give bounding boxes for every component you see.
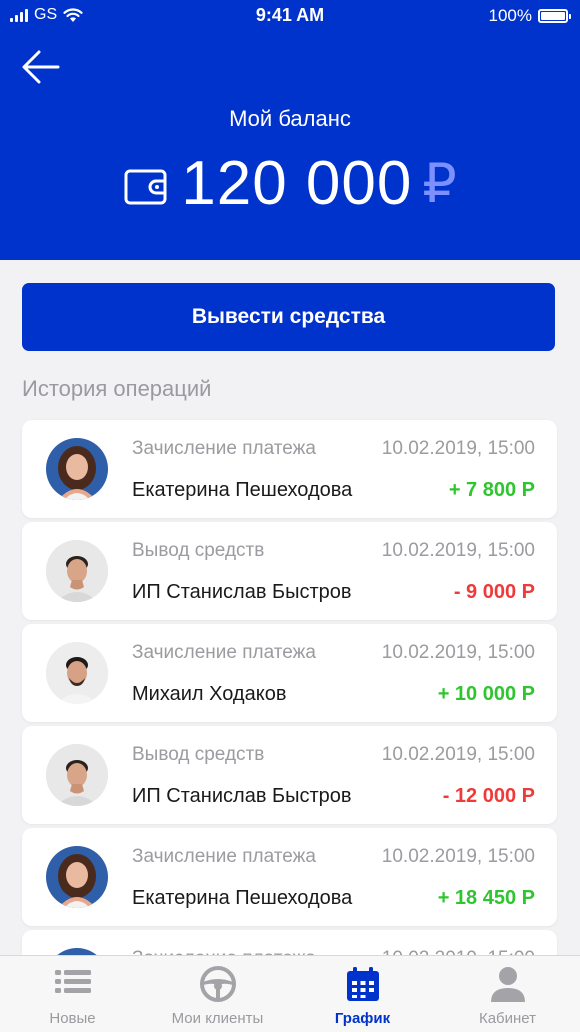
balance-row: 120 000 ₽	[0, 148, 580, 218]
woman-portrait-icon	[46, 438, 108, 500]
calendar-icon	[346, 967, 379, 1001]
battery-label: 100%	[488, 6, 532, 25]
operation-date: 10.02.2019, 15:00	[381, 438, 535, 459]
operation-amount: + 7 800 Р	[448, 479, 535, 501]
man-portrait-icon	[46, 642, 108, 704]
operation-date: 10.02.2019, 15:00	[381, 540, 535, 561]
arrow-left-icon	[22, 50, 60, 84]
tab-bar: Новые Мои клиенты График Кабинет	[0, 955, 580, 1032]
operation-type: Зачисление платежа	[132, 846, 316, 867]
operation-name: Михаил Ходаков	[132, 683, 287, 705]
avatar	[46, 642, 108, 704]
operation-amount: + 10 000 Р	[437, 683, 535, 705]
tab-new[interactable]: Новые	[0, 956, 145, 1032]
man-portrait-icon	[46, 540, 108, 602]
steering-wheel-icon	[199, 966, 236, 1002]
operation-amount: + 18 450 Р	[437, 887, 535, 909]
withdraw-button[interactable]: Вывести средства	[22, 283, 555, 351]
status-right: 100%	[488, 6, 571, 26]
operation-name: Екатерина Пешеходова	[132, 887, 353, 909]
operation-name: Екатерина Пешеходова	[132, 479, 353, 501]
tab-label: Кабинет	[478, 1010, 537, 1027]
wallet-icon	[124, 169, 167, 205]
operation-date: 10.02.2019, 15:00	[381, 744, 535, 765]
user-icon	[490, 967, 525, 1002]
operation-type: Зачисление платежа	[132, 438, 316, 459]
tab-my-clients[interactable]: Мои клиенты	[145, 956, 290, 1032]
history-title: История операций	[22, 376, 212, 401]
status-bar: GS 9:41 AM 100%	[0, 0, 580, 32]
operation-type: Вывод средств	[132, 744, 265, 765]
operation-card[interactable]: Зачисление платежа 10.02.2019, 15:00 Ека…	[22, 828, 557, 926]
balance-amount: 120 000	[181, 148, 413, 218]
currency-symbol: ₽	[422, 153, 457, 214]
battery-icon	[538, 9, 571, 23]
operation-card[interactable]: Зачисление платежа 10.02.2019, 15:00 Ека…	[22, 420, 557, 518]
operation-type: Вывод средств	[132, 540, 265, 561]
balance-title: Мой баланс	[229, 106, 351, 131]
list-icon	[54, 970, 91, 993]
tab-label: График	[334, 1010, 391, 1027]
tab-cabinet[interactable]: Кабинет	[435, 956, 580, 1032]
operation-card[interactable]: Зачисление платежа 10.02.2019, 15:00 Мих…	[22, 624, 557, 722]
tab-label: Мои клиенты	[171, 1010, 264, 1027]
operation-amount: - 12 000 Р	[442, 785, 535, 807]
tab-schedule[interactable]: График	[290, 956, 435, 1032]
back-button[interactable]	[20, 46, 62, 88]
operation-name: ИП Станислав Быстров	[132, 581, 352, 603]
avatar	[46, 540, 108, 602]
operation-amount: - 9 000 Р	[453, 581, 535, 603]
tab-label: Новые	[49, 1010, 96, 1027]
man-portrait-icon	[46, 744, 108, 806]
avatar	[46, 438, 108, 500]
operation-type: Зачисление платежа	[132, 642, 316, 663]
operation-card[interactable]: Вывод средств 10.02.2019, 15:00 ИП Стани…	[22, 522, 557, 620]
balance-header: GS 9:41 AM 100% Мой баланс 120 000 ₽	[0, 0, 580, 260]
woman-portrait-icon	[46, 846, 108, 908]
operation-name: ИП Станислав Быстров	[132, 785, 352, 807]
avatar	[46, 846, 108, 908]
operation-date: 10.02.2019, 15:00	[381, 846, 535, 867]
avatar	[46, 744, 108, 806]
operation-date: 10.02.2019, 15:00	[381, 642, 535, 663]
operation-card[interactable]: Вывод средств 10.02.2019, 15:00 ИП Стани…	[22, 726, 557, 824]
